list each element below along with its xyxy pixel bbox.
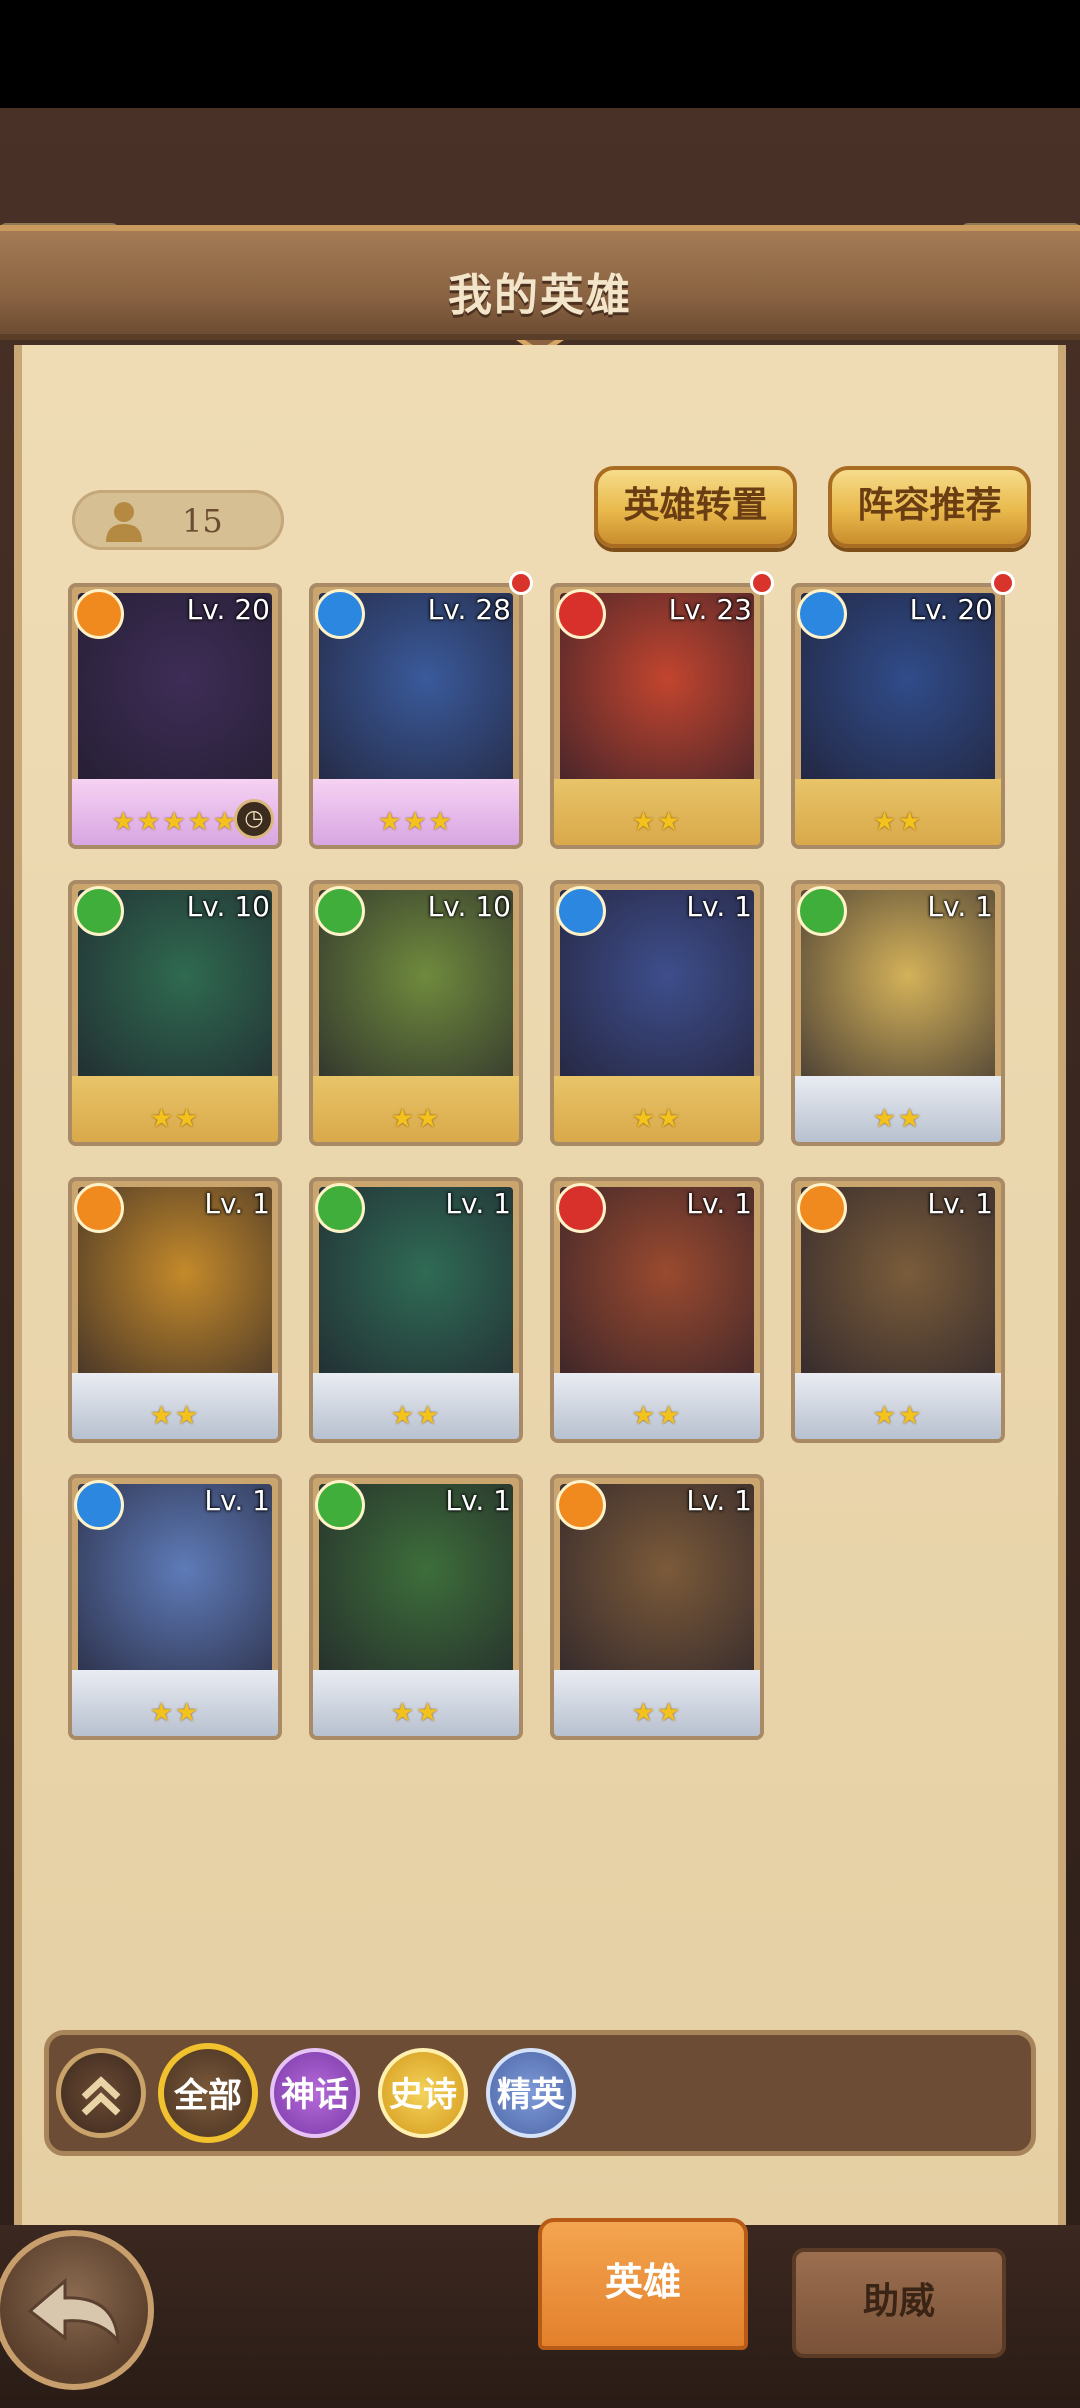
fire-element-icon: [74, 1183, 124, 1233]
new-indicator-dot: [991, 571, 1015, 595]
new-indicator-dot: [509, 571, 533, 595]
hero-level: Lv. 10: [186, 890, 270, 923]
hero-count-badge: 15: [72, 490, 284, 550]
hero-card[interactable]: Lv. 1 ★★: [68, 1177, 282, 1443]
filter-mythic[interactable]: 神话: [270, 2048, 360, 2138]
hero-level: Lv. 1: [686, 1187, 752, 1220]
blood-element-icon: [556, 1183, 606, 1233]
back-arrow-icon: [27, 2277, 120, 2346]
star-rating: ★★: [631, 1401, 683, 1431]
hero-level: Lv. 1: [927, 1187, 993, 1220]
nature-element-icon: [74, 886, 124, 936]
hero-card[interactable]: Lv. 1 ★★: [791, 1177, 1005, 1443]
hero-level: Lv. 28: [427, 593, 511, 626]
star-rating: ★★: [390, 1698, 442, 1728]
star-rating: ★★★: [378, 807, 454, 837]
hero-card[interactable]: Lv. 10 ★★: [309, 880, 523, 1146]
star-rating: ★★: [149, 1104, 201, 1134]
hero-count: 15: [182, 502, 223, 540]
hero-level: Lv. 20: [186, 593, 270, 626]
hero-level: Lv. 1: [204, 1484, 270, 1517]
lineup-recommend-button[interactable]: 阵容推荐: [828, 466, 1031, 548]
hero-level: Lv. 23: [668, 593, 752, 626]
hero-card[interactable]: Lv. 20 ★★: [791, 583, 1005, 849]
page-title: 我的英雄: [448, 270, 632, 321]
fire-element-icon: [797, 1183, 847, 1233]
back-button[interactable]: [0, 2230, 154, 2390]
water-element-icon: [74, 1480, 124, 1530]
hero-card[interactable]: Lv. 1 ★★: [550, 1474, 764, 1740]
nature-element-icon: [315, 886, 365, 936]
hero-card[interactable]: Lv. 20 ★★★★★ ◷: [68, 583, 282, 849]
hero-transfer-button[interactable]: 英雄转置: [594, 466, 797, 548]
filter-all[interactable]: 全部: [158, 2043, 258, 2143]
star-rating: ★★: [872, 1104, 924, 1134]
star-rating: ★★: [390, 1401, 442, 1431]
hero-card[interactable]: Lv. 1 ★★: [550, 1177, 764, 1443]
hero-level: Lv. 1: [204, 1187, 270, 1220]
hero-level: Lv. 1: [445, 1187, 511, 1220]
double-chevron-up-icon: [81, 2076, 121, 2116]
person-icon: [106, 502, 142, 542]
hero-card[interactable]: Lv. 1 ★★: [550, 880, 764, 1146]
fire-element-icon: [74, 589, 124, 639]
star-rating: ★★: [149, 1401, 201, 1431]
hero-level: Lv. 1: [686, 890, 752, 923]
tab-hero[interactable]: 英雄: [538, 2218, 748, 2350]
hero-level: Lv. 10: [427, 890, 511, 923]
hero-card[interactable]: Lv. 1 ★★: [309, 1177, 523, 1443]
star-rating: ★★: [872, 807, 924, 837]
hero-card[interactable]: Lv. 28 ★★★: [309, 583, 523, 849]
star-rating: ★★: [390, 1104, 442, 1134]
hero-level: Lv. 1: [686, 1484, 752, 1517]
collapse-button[interactable]: [56, 2048, 146, 2138]
nature-element-icon: [315, 1480, 365, 1530]
hero-card[interactable]: Lv. 1 ★★: [309, 1474, 523, 1740]
fire-element-icon: [556, 1480, 606, 1530]
water-element-icon: [797, 589, 847, 639]
star-rating: ★★: [631, 807, 683, 837]
hero-level: Lv. 1: [927, 890, 993, 923]
blood-element-icon: [556, 589, 606, 639]
hero-level: Lv. 1: [445, 1484, 511, 1517]
star-rating: ★★: [149, 1698, 201, 1728]
hero-card[interactable]: Lv. 1 ★★: [791, 880, 1005, 1146]
star-rating: ★★: [631, 1104, 683, 1134]
star-rating: ★★: [631, 1698, 683, 1728]
tab-assist[interactable]: 助威: [792, 2248, 1006, 2358]
title-bar: 我的英雄: [0, 225, 1080, 340]
filter-epic[interactable]: 史诗: [378, 2048, 468, 2138]
star-rating: ★★: [872, 1401, 924, 1431]
water-element-icon: [556, 886, 606, 936]
clock-icon: ◷: [234, 799, 274, 839]
nature-element-icon: [797, 886, 847, 936]
nature-element-icon: [315, 1183, 365, 1233]
new-indicator-dot: [750, 571, 774, 595]
hero-card[interactable]: Lv. 23 ★★: [550, 583, 764, 849]
hero-card[interactable]: Lv. 10 ★★: [68, 880, 282, 1146]
hero-level: Lv. 20: [909, 593, 993, 626]
hero-card[interactable]: Lv. 1 ★★: [68, 1474, 282, 1740]
water-element-icon: [315, 589, 365, 639]
filter-elite[interactable]: 精英: [486, 2048, 576, 2138]
